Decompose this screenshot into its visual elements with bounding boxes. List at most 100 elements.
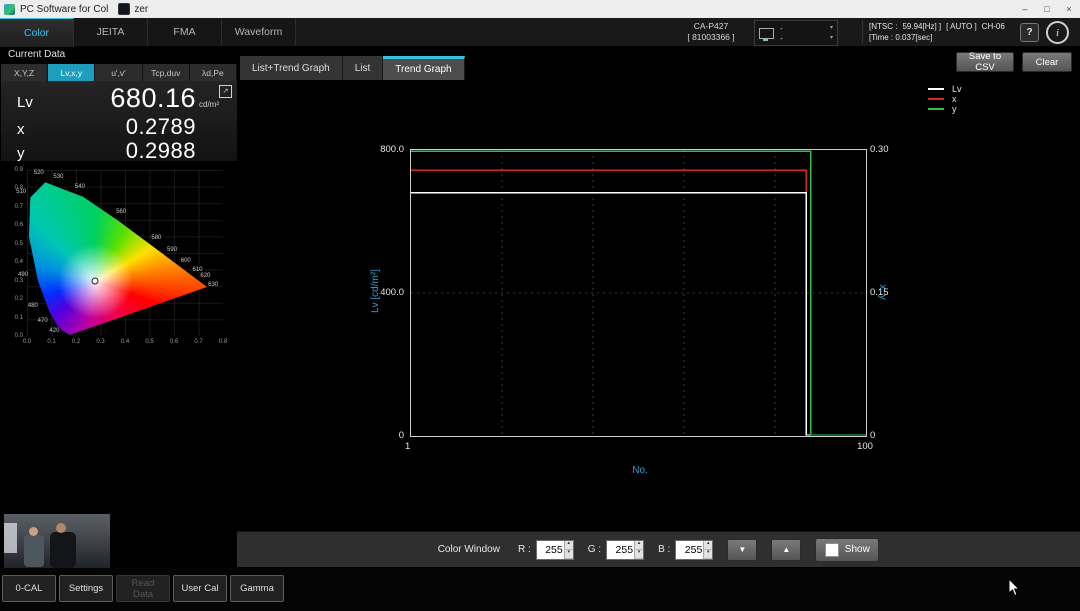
wavelength-label: 600 xyxy=(181,258,191,264)
measurement-unit: cd/m² xyxy=(196,100,231,109)
maximize-button[interactable]: □ xyxy=(1036,0,1058,18)
cie-x-tick-label: 0.4 xyxy=(121,339,129,345)
cie-x-tick-label: 0.7 xyxy=(194,339,202,345)
y-right-axis-label: x, y xyxy=(877,262,888,322)
red-input[interactable] xyxy=(537,541,564,559)
info-button[interactable]: i xyxy=(1046,21,1069,44)
trend-line-lv xyxy=(411,193,866,435)
tab-list-trend-graph[interactable]: List+Trend Graph xyxy=(240,56,343,80)
wavelength-label: 560 xyxy=(116,209,126,215)
green-spinner[interactable]: ▴ ▾ xyxy=(634,541,643,559)
close-button[interactable]: × xyxy=(1058,0,1080,18)
tab-trend-graph[interactable]: Trend Graph xyxy=(383,56,464,80)
sync-line-1: [NTSC : 59.94[Hz] ] [ AUTO ] CH-06 xyxy=(869,22,1003,31)
legend-item: y xyxy=(928,104,962,113)
tab-list[interactable]: List xyxy=(343,56,384,80)
wavelength-label: 420 xyxy=(49,328,59,334)
titlebar: PC Software for Col zer – □ × xyxy=(0,0,1080,18)
0-cal-button[interactable]: 0-CAL xyxy=(2,575,56,602)
red-input-wrap: ▴ ▾ xyxy=(536,540,574,560)
sync-mode: [ AUTO ] xyxy=(946,22,977,31)
measurement-values-panel: ↗ Lv680.16cd/m²x0.2789y0.2988 xyxy=(1,81,237,162)
show-color-window-button[interactable]: Show xyxy=(815,538,879,562)
cie-x-axis: 0.00.10.20.30.40.50.60.70.8 xyxy=(27,339,223,347)
measurement-name: Lv xyxy=(17,94,51,111)
settings-button[interactable]: Settings xyxy=(59,575,113,602)
data-tab-tcp-duv[interactable]: Tcp,duv xyxy=(143,64,190,81)
color-window-bar: Color Window R : ▴ ▾ G : ▴ ▾ B : xyxy=(237,531,1080,567)
save-to-csv-button[interactable]: Save to CSV xyxy=(956,52,1014,72)
chromaticity-diagram: 5205305405605805906006106206305104904804… xyxy=(1,162,237,354)
window-title: PC Software for Col xyxy=(20,4,108,15)
blue-field: B : ▴ ▾ xyxy=(658,540,713,560)
data-tab-u-v[interactable]: u',v' xyxy=(95,64,142,81)
graph-tab-bar: List+Trend GraphListTrend Graph xyxy=(240,56,465,80)
webcam-bright-area xyxy=(4,523,17,553)
decrease-all-button[interactable]: ▼ xyxy=(727,539,757,561)
blue-input-wrap: ▴ ▾ xyxy=(675,540,713,560)
wavelength-label: 520 xyxy=(34,170,44,176)
trend-graph-plot xyxy=(410,149,867,437)
y-right-tick-max: 0.30 xyxy=(870,144,906,155)
minimize-button[interactable]: – xyxy=(1014,0,1036,18)
tab-jeita[interactable]: JEITA xyxy=(74,18,148,46)
wavelength-label: 470 xyxy=(38,318,48,324)
green-field: G : ▴ ▾ xyxy=(588,540,644,560)
data-tab-x-y-z[interactable]: X,Y,Z xyxy=(1,64,48,81)
spin-down-icon[interactable]: ▾ xyxy=(635,550,643,559)
probe-slot-1[interactable]: - ▾ xyxy=(780,24,833,33)
measurement-row-y: y0.2988 xyxy=(1,138,237,162)
sync-time: [Time : 0.037[sec] xyxy=(869,33,1003,42)
tab-color[interactable]: Color xyxy=(0,18,74,47)
bottom-toolbar: 0-CALSettingsRead DataUser CalGamma S 中 … xyxy=(0,568,1080,611)
clear-button[interactable]: Clear xyxy=(1022,52,1072,72)
y-right-tick-min: 0 xyxy=(870,430,906,441)
cie-y-tick-label: 0.0 xyxy=(15,333,23,339)
wavelength-label: 530 xyxy=(53,174,63,180)
sync-frequency: 59.94[Hz] ] xyxy=(902,22,941,31)
trend-graph-lines xyxy=(411,150,866,436)
wavelength-label: 540 xyxy=(75,184,85,190)
cie-y-tick-label: 0.9 xyxy=(15,167,23,173)
measurement-value: 680.16 xyxy=(51,83,196,114)
measurement-name: y xyxy=(17,145,51,162)
app-window: PC Software for Col zer – □ × ColorJEITA… xyxy=(0,0,1080,611)
sync-signal-label: [NTSC : xyxy=(869,22,897,31)
cie-y-tick-label: 0.4 xyxy=(15,259,23,265)
tab-waveform[interactable]: Waveform xyxy=(222,18,296,46)
legend-item: x xyxy=(928,94,962,103)
red-spinner[interactable]: ▴ ▾ xyxy=(564,541,573,559)
cie-y-tick-label: 0.6 xyxy=(15,222,23,228)
blue-input[interactable] xyxy=(676,541,703,559)
blue-spinner[interactable]: ▴ ▾ xyxy=(703,541,712,559)
cie-x-tick-label: 0.2 xyxy=(72,339,80,345)
measurement-row-lv: Lv680.16cd/m² xyxy=(1,83,237,114)
sync-status: [NTSC : 59.94[Hz] ] [ AUTO ] CH-06 [Time… xyxy=(862,20,1003,44)
spin-down-icon[interactable]: ▾ xyxy=(704,550,712,559)
y-left-tick-min: 0 xyxy=(358,430,404,441)
sync-channel: CH-06 xyxy=(982,22,1005,31)
data-tab-lv-x-y[interactable]: Lv,x,y xyxy=(48,64,95,81)
tab-fma[interactable]: FMA xyxy=(148,18,222,46)
top-toolbar: ColorJEITAFMAWaveform CA-P427 [ 81003366… xyxy=(0,18,1080,47)
probe-slot-2[interactable]: - ▾ xyxy=(780,34,833,43)
cie-x-tick-label: 0.5 xyxy=(145,339,153,345)
probe-selector[interactable]: - ▾ - ▾ xyxy=(754,20,838,46)
wavelength-label: 480 xyxy=(28,303,38,309)
green-input-wrap: ▴ ▾ xyxy=(606,540,644,560)
window-controls: – □ × xyxy=(1014,0,1080,18)
y-left-tick-mid: 400.0 xyxy=(358,287,404,298)
legend-swatch xyxy=(928,98,944,100)
color-swatch xyxy=(825,543,839,557)
help-button[interactable]: ? xyxy=(1020,23,1039,42)
user-cal-button[interactable]: User Cal xyxy=(173,575,227,602)
measurement-row-x: x0.2789 xyxy=(1,114,237,138)
spin-down-icon[interactable]: ▾ xyxy=(565,550,573,559)
device-serial: [ 81003366 ] xyxy=(672,32,750,43)
data-tab-d-pe[interactable]: λd,Pe xyxy=(190,64,237,81)
probe-slot-1-value: - xyxy=(780,24,783,33)
current-data-label: Current Data xyxy=(8,49,65,60)
increase-all-button[interactable]: ▲ xyxy=(771,539,801,561)
gamma-button[interactable]: Gamma xyxy=(230,575,284,602)
green-input[interactable] xyxy=(607,541,634,559)
